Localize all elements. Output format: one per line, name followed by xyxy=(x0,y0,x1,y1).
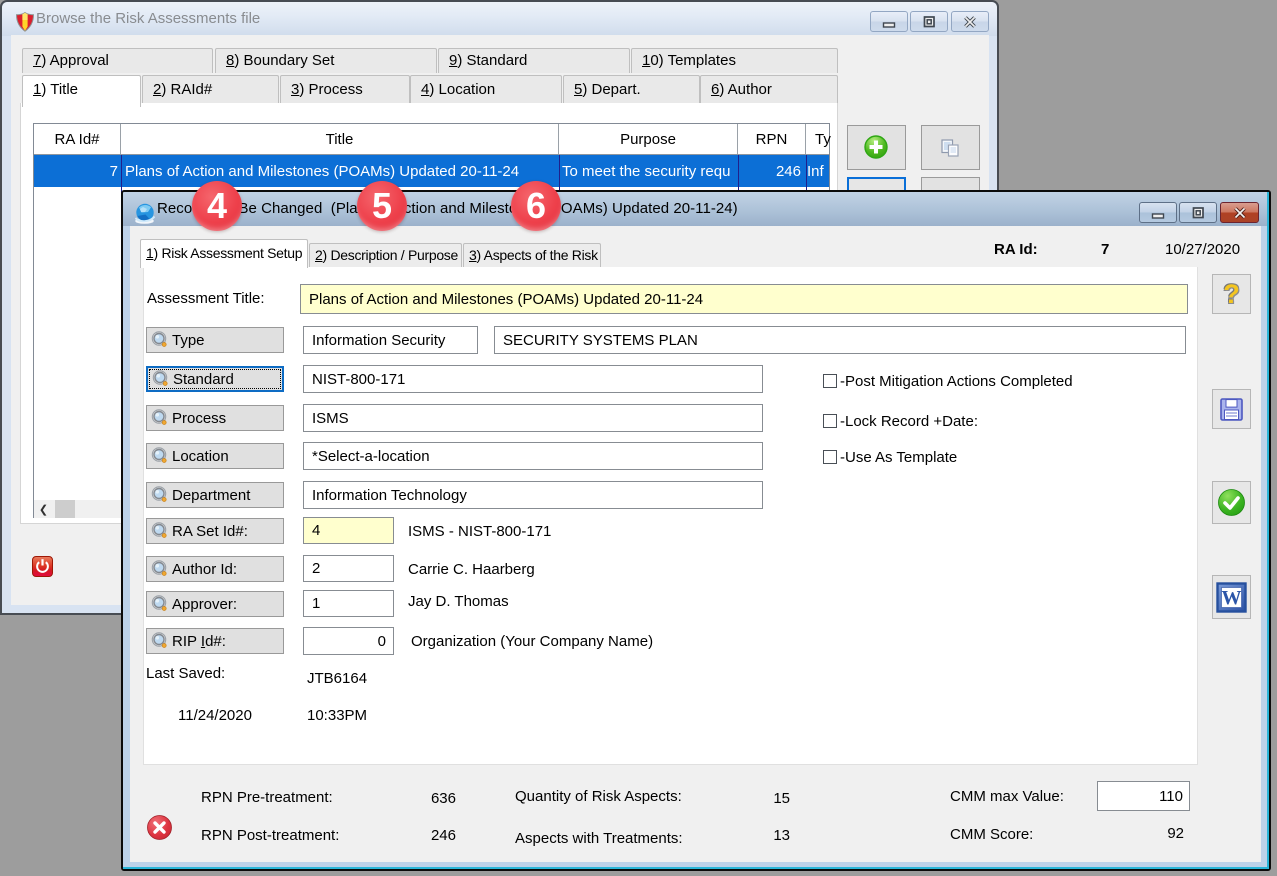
svg-text:W: W xyxy=(1222,587,1242,609)
